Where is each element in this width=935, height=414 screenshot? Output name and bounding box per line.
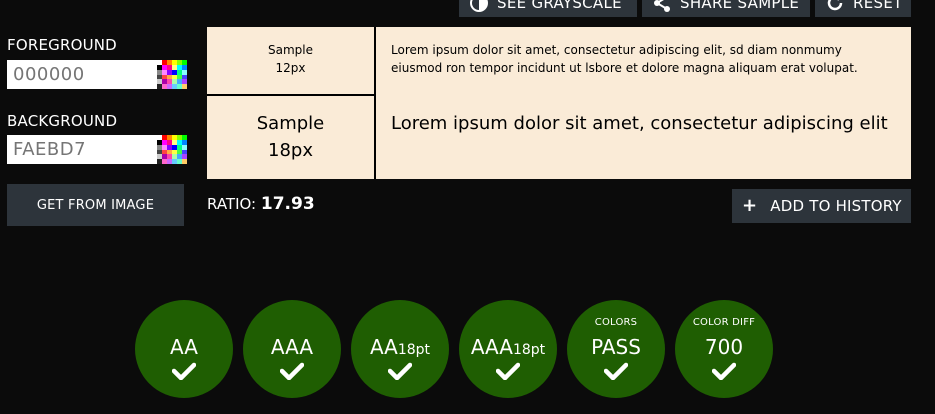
sample-small-word: Sample	[268, 43, 313, 57]
badge-level: AAA	[270, 335, 314, 359]
sample-large-word: Sample	[256, 113, 325, 134]
badge-label: AAA	[243, 335, 341, 359]
badge-label: PASS	[567, 335, 665, 359]
background-color-palette-icon[interactable]	[157, 135, 187, 164]
badge-label: AA	[135, 335, 233, 359]
reset-label: RESET	[853, 0, 903, 12]
share-sample-button[interactable]: SHARE SAMPLE	[642, 0, 810, 17]
checkmark-icon	[172, 362, 196, 380]
see-grayscale-label: SEE GRAYSCALE	[497, 0, 622, 12]
badge-level: AA	[369, 335, 398, 359]
result-badge: COLORS PASS	[567, 300, 665, 398]
ratio-value: 17.93	[260, 194, 315, 214]
foreground-label: FOREGROUND	[7, 36, 117, 54]
badge-level: PASS	[591, 335, 641, 359]
badge-caption: COLORS	[594, 317, 638, 328]
badge-level: AA	[170, 335, 198, 359]
background-hex-input[interactable]	[7, 135, 157, 164]
result-badge: AAA	[243, 300, 341, 398]
share-icon	[652, 0, 672, 13]
share-sample-label: SHARE SAMPLE	[680, 0, 800, 12]
badge-size-qualifier: 18pt	[397, 342, 431, 358]
badge-size-qualifier: 18pt	[512, 342, 546, 358]
get-from-image-button[interactable]: GET FROM IMAGE	[7, 184, 184, 226]
lorem-large-text: Lorem ipsum dolor sit amet, consectetur …	[391, 113, 888, 134]
background-label: BACKGROUND	[7, 112, 118, 130]
badge-label: AA18pt	[351, 335, 449, 359]
half-circle-icon	[469, 0, 489, 13]
checkmark-icon	[280, 362, 304, 380]
see-grayscale-button[interactable]: SEE GRAYSCALE	[459, 0, 637, 17]
checkmark-icon	[496, 362, 520, 380]
result-badge: COLOR DIFF 700	[675, 300, 773, 398]
preview-divider	[374, 27, 376, 179]
sample-small-size: 12px	[275, 61, 306, 75]
badge-level: 700	[704, 335, 744, 359]
foreground-hex-input[interactable]	[7, 60, 157, 89]
refresh-icon	[825, 0, 845, 13]
add-to-history-label: ADD TO HISTORY	[770, 197, 902, 215]
reset-button[interactable]: RESET	[815, 0, 911, 17]
sample-small-cell: Sample 12px	[207, 27, 374, 94]
add-to-history-button[interactable]: + ADD TO HISTORY	[732, 189, 911, 223]
ratio-label: RATIO:	[207, 195, 257, 213]
lorem-small-text: Lorem ipsum dolor sit amet, consectetur …	[391, 43, 858, 75]
checkmark-icon	[712, 362, 736, 380]
badge-label: AAA18pt	[459, 335, 557, 359]
result-badge: AAA18pt	[459, 300, 557, 398]
foreground-color-palette-icon[interactable]	[157, 60, 187, 89]
result-badge: AA18pt	[351, 300, 449, 398]
preview-divider	[207, 94, 374, 96]
result-badge: AA	[135, 300, 233, 398]
badge-caption: COLOR DIFF	[692, 317, 756, 328]
contrast-ratio: RATIO: 17.93	[207, 194, 315, 214]
checkmark-icon	[388, 362, 412, 380]
contrast-preview: Sample 12px Sample 18px Lorem ipsum dolo…	[207, 27, 911, 179]
badge-label: 700	[675, 335, 773, 359]
sample-large-cell: Sample 18px	[207, 96, 374, 179]
checkmark-icon	[604, 362, 628, 380]
badge-level: AAA	[470, 335, 513, 359]
sample-large-size: 18px	[268, 140, 313, 161]
plus-icon: +	[742, 195, 758, 216]
